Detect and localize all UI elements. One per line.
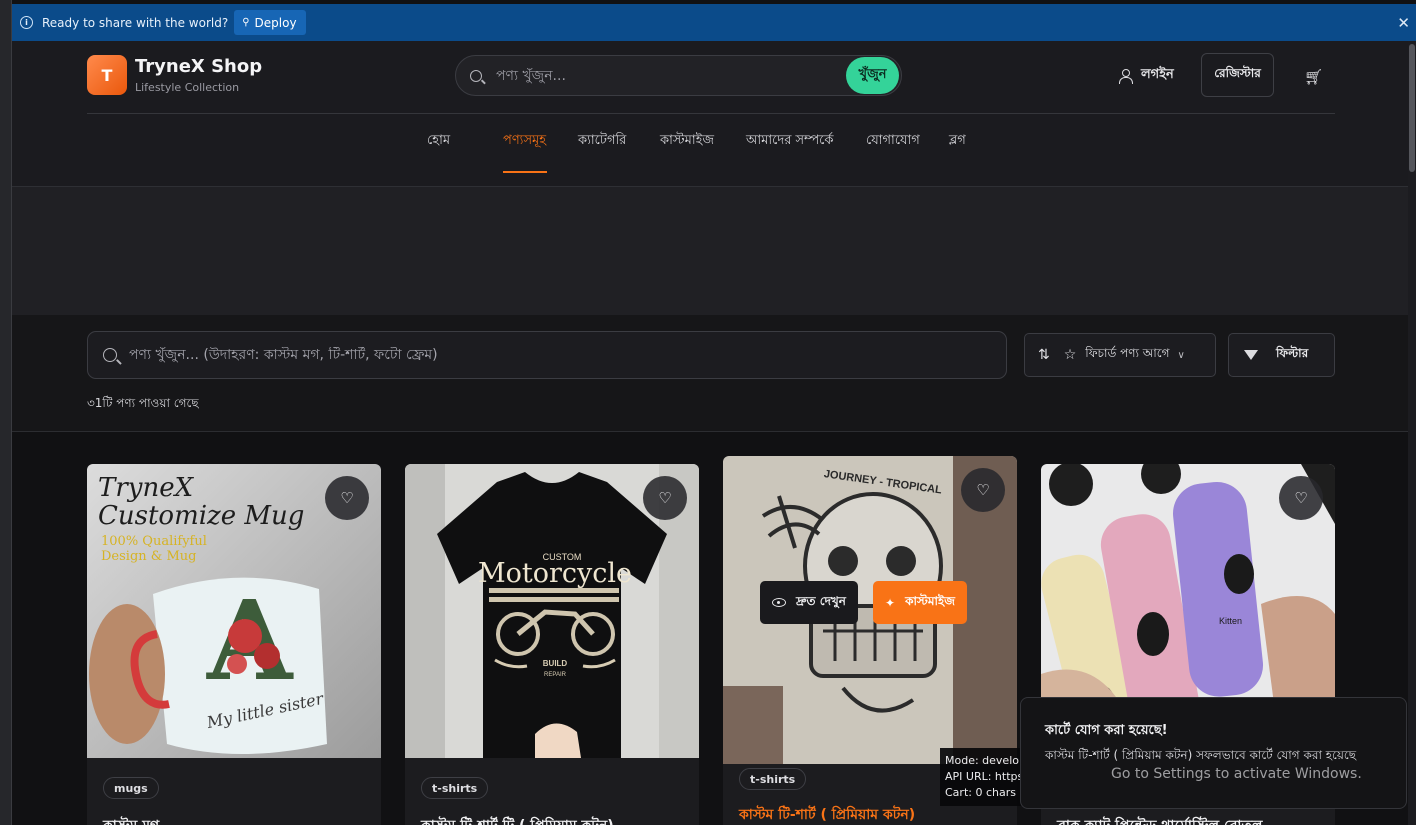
header-search-bar: খুঁজুন	[455, 55, 902, 96]
mug-ad-line2: Customize Mug	[98, 501, 304, 531]
deploy-label: Deploy	[254, 15, 297, 30]
product-search-input[interactable]	[129, 347, 989, 363]
deploy-banner: i Ready to share with the world? ⚲ Deplo…	[12, 4, 1416, 41]
logo[interactable]: T	[87, 55, 127, 95]
dev-cart: Cart: 0 chars	[945, 786, 1016, 799]
nav-item-contact[interactable]: যোগাযোগ	[866, 131, 920, 152]
star-icon: ☆	[1063, 347, 1077, 363]
main-nav: হোম পণ্যসমূহ ক্যাটেগরি কাস্টমাইজ আমাদের …	[12, 114, 1409, 186]
product-filter-bar: ⇅ ☆ ফিচার্ড পণ্য আগে ∨ ফিল্টার ৩1টি পণ্য…	[12, 315, 1409, 432]
nav-item-customize[interactable]: কাস্টমাইজ	[660, 131, 714, 152]
nav-item-products[interactable]: পণ্যসমূহ	[503, 131, 546, 152]
sparkle-icon: ✦	[885, 595, 896, 610]
brand-tagline: Lifestyle Collection	[135, 81, 240, 94]
nav-item-home[interactable]: হোম	[427, 131, 450, 152]
category-badge: mugs	[103, 777, 159, 799]
toast-message: কাস্টম টি-শার্ট ( প্রিমিয়াম কটন) সফলভাব…	[1045, 748, 1357, 762]
tee-build-text: BUILD	[543, 659, 568, 668]
deploy-button[interactable]: ⚲ Deploy	[234, 10, 306, 35]
mug-ad-line3: 100% Qualifyful	[101, 534, 207, 549]
deploy-message: Ready to share with the world?	[42, 15, 229, 30]
funnel-icon	[1244, 350, 1258, 360]
tee-repair-text: REPAIR	[544, 672, 567, 678]
bottle-label: Kitten	[1219, 616, 1242, 626]
sort-label: ফিচার্ড পণ্য আগে	[1085, 346, 1170, 360]
category-badge: t-shirts	[739, 768, 807, 790]
filter-button[interactable]: ফিল্টার	[1228, 333, 1335, 377]
product-card[interactable]: CUSTOM Motorcycle BUILD REPAIR ♡ t-shirt…	[405, 464, 699, 825]
mug-ad-line1: TryneX	[98, 473, 195, 503]
search-icon	[103, 348, 117, 362]
quick-view-button[interactable]: দ্রুত দেখুন	[760, 581, 858, 624]
result-count: ৩1টি পণ্য পাওয়া গেছে	[87, 396, 199, 410]
filter-label: ফিল্টার	[1276, 346, 1309, 360]
cart-toast[interactable]: কার্টে যোগ করা হয়েছে! কাস্টম টি-শার্ট (…	[1020, 697, 1407, 809]
chevron-down-icon: ∨	[1177, 349, 1185, 361]
quick-view-label: দ্রুত দেখুন	[796, 593, 846, 608]
user-icon	[1118, 68, 1133, 84]
dev-mode: Mode: development	[945, 754, 1022, 767]
heart-icon[interactable]: ♡	[961, 468, 1005, 512]
info-icon: i	[20, 16, 33, 29]
nav-item-category[interactable]: ক্যাটেগরি	[578, 131, 626, 152]
product-card[interactable]: TryneX Customize Mug 100% Qualifyful Des…	[87, 464, 381, 825]
product-title[interactable]: কাস্টম মগ	[103, 814, 159, 825]
hero-banner-placeholder	[12, 187, 1409, 315]
mug-ad-line4: Design & Mug	[101, 549, 196, 564]
nav-item-about[interactable]: আমাদের সম্পর্কে	[746, 131, 833, 152]
customize-button[interactable]: ✦ কাস্টমাইজ	[873, 581, 967, 624]
toast-title: কার্টে যোগ করা হয়েছে!	[1045, 723, 1168, 738]
header-search-button[interactable]: খুঁজুন	[846, 57, 899, 94]
product-search-bar	[87, 331, 1007, 379]
scrollbar-thumb[interactable]	[1409, 44, 1415, 172]
header-search-input[interactable]	[496, 67, 826, 84]
close-icon[interactable]: ✕	[1397, 14, 1410, 32]
heart-icon[interactable]: ♡	[643, 476, 687, 520]
window-left-edge	[0, 0, 12, 825]
rocket-icon: ⚲	[242, 17, 250, 28]
product-title[interactable]: কাস্টম টি-শার্ট টি ( প্রিমিয়াম কটন)	[421, 814, 614, 825]
product-title[interactable]: ব্লাক ক্যাট প্রিন্টেড থার্মোস্টিল বোতল	[1057, 814, 1262, 825]
brand-name[interactable]: TryneX Shop	[135, 56, 262, 77]
sort-arrows-icon: ⇅	[1038, 347, 1050, 363]
nav-active-indicator	[503, 171, 547, 173]
tee-headline: Motorcycle	[478, 558, 632, 589]
search-icon	[470, 69, 482, 82]
customize-label: কাস্টমাইজ	[905, 593, 955, 608]
category-badge: t-shirts	[421, 777, 489, 799]
login-button[interactable]: লগইন	[1118, 65, 1174, 86]
dev-api-url: API URL: https://	[945, 770, 1022, 783]
site-header: T TryneX Shop Lifestyle Collection খুঁজু…	[12, 41, 1409, 187]
sort-dropdown[interactable]: ⇅ ☆ ফিচার্ড পণ্য আগে ∨	[1024, 333, 1216, 377]
login-label: লগইন	[1141, 67, 1174, 82]
windows-activation-watermark: Go to Settings to activate Windows.	[1111, 766, 1362, 782]
eye-icon	[772, 598, 786, 607]
cart-icon[interactable]: 🛒︎	[1304, 68, 1323, 86]
dev-debug-overlay: Mode: development API URL: https:// Cart…	[940, 748, 1022, 806]
product-title[interactable]: কাস্টম টি-শার্ট ( প্রিমিয়াম কটন)	[739, 803, 915, 825]
heart-icon[interactable]: ♡	[325, 476, 369, 520]
nav-item-blog[interactable]: ব্লগ	[949, 131, 966, 152]
register-button[interactable]: রেজিস্টার	[1201, 53, 1274, 97]
heart-icon[interactable]: ♡	[1279, 476, 1323, 520]
